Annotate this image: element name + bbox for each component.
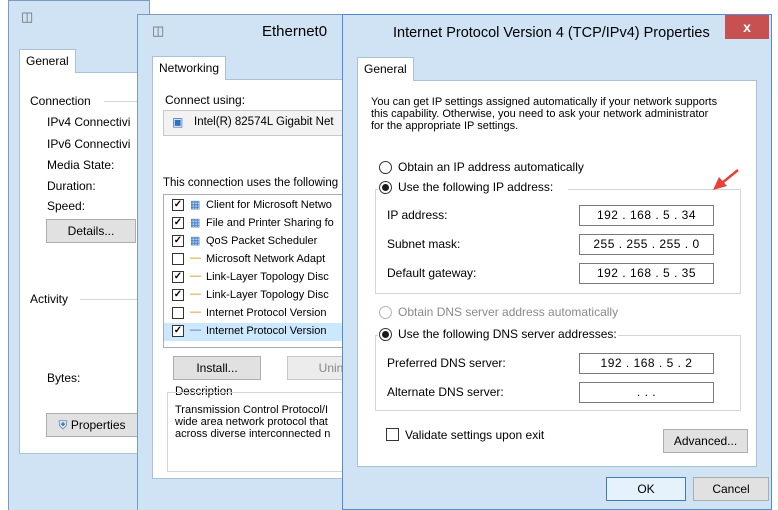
validate-label: Validate settings upon exit [405, 428, 545, 442]
description-line: wide area network protocol that [175, 416, 328, 428]
adapter-name: Intel(R) 82574L Gigabit Net [194, 116, 334, 128]
status-row: IPv4 Connectivi [47, 115, 131, 129]
tab-general[interactable]: General [357, 57, 414, 81]
tab-networking[interactable]: Networking [152, 56, 227, 80]
status-row: Duration: [47, 179, 96, 193]
description-line: across diverse interconnected n [175, 428, 331, 440]
adapter-icon: ▣ [172, 115, 184, 129]
close-button[interactable]: x [725, 15, 769, 39]
status-row: Speed: [47, 199, 86, 213]
protocol-icon: — [190, 252, 201, 264]
install-button[interactable]: Install... [173, 356, 261, 380]
item-label: File and Printer Sharing fo [206, 217, 334, 229]
obtain-ip-auto-label: Obtain an IP address automatically [398, 160, 584, 174]
subnet-mask-field[interactable]: 255 . 255 . 255 . 0 [579, 234, 714, 255]
obtain-dns-auto-radio[interactable] [379, 306, 392, 319]
protocol-icon: — [190, 270, 201, 282]
items-label: This connection uses the following [163, 177, 339, 189]
window-title: Ethernet0 [262, 23, 328, 40]
preferred-dns-field[interactable]: 192 . 168 . 5 . 2 [579, 353, 714, 374]
ip-address-field[interactable]: 192 . 168 . 5 . 34 [579, 205, 714, 226]
close-icon: x [743, 19, 751, 35]
shield-icon: ⛨ [58, 418, 68, 432]
item-checkbox[interactable]: ✓ [172, 271, 184, 283]
protocol-icon: — [190, 288, 201, 300]
status-row: IPv6 Connectivi [47, 137, 131, 151]
ip-address-label: IP address: [387, 208, 448, 222]
activity-section-label: Activity [30, 292, 69, 306]
item-checkbox[interactable]: ✓ [172, 235, 184, 247]
item-label: Link-Layer Topology Disc [206, 289, 329, 301]
validate-checkbox[interactable] [386, 428, 399, 441]
tab-general-status[interactable]: General [19, 49, 76, 73]
item-checkbox[interactable] [172, 253, 184, 265]
service-icon: ▦ [190, 235, 201, 247]
item-checkbox[interactable]: ✓ [172, 199, 184, 211]
subnet-mask-label: Subnet mask: [387, 237, 461, 251]
description-line: Transmission Control Protocol/I [175, 404, 329, 416]
general-panel: You can get IP settings assigned automat… [357, 80, 757, 467]
obtain-ip-auto-radio[interactable] [379, 161, 392, 174]
item-label: QoS Packet Scheduler [206, 235, 318, 247]
network-icon: ◫ [21, 9, 34, 24]
connect-using-label: Connect using: [165, 93, 246, 107]
use-following-ip-label: Use the following IP address: [398, 180, 554, 194]
default-gateway-label: Default gateway: [387, 266, 477, 280]
item-label: Link-Layer Topology Disc [206, 271, 329, 283]
list-item[interactable]: ✓ ▦ QoS Packet Scheduler [164, 233, 364, 251]
status-row: Media State: [47, 158, 115, 172]
details-button[interactable]: Details... [46, 219, 136, 243]
protocol-icon: — [190, 324, 201, 336]
intro-line: for the appropriate IP settings. [371, 120, 519, 132]
list-item[interactable]: ✓ ▦ Client for Microsoft Netwo [164, 197, 364, 215]
item-label: Client for Microsoft Netwo [206, 199, 332, 211]
list-item[interactable]: — Internet Protocol Version [164, 305, 364, 323]
ipv4-properties-dialog: Internet Protocol Version 4 (TCP/IPv4) P… [342, 14, 772, 510]
properties-button[interactable]: ⛨ Properties [46, 413, 138, 437]
list-item[interactable]: ✓ — Link-Layer Topology Disc [164, 269, 364, 287]
item-checkbox[interactable] [172, 307, 184, 319]
protocol-icon: — [190, 306, 201, 318]
item-checkbox[interactable]: ✓ [172, 289, 184, 301]
dialog-title: Internet Protocol Version 4 (TCP/IPv4) P… [393, 25, 710, 41]
advanced-button[interactable]: Advanced... [663, 429, 748, 453]
items-list: ✓ ▦ Client for Microsoft Netwo ✓ ▦ File … [163, 194, 368, 348]
item-label: Microsoft Network Adapt [206, 253, 326, 265]
alternate-dns-label: Alternate DNS server: [387, 385, 504, 399]
item-label: Internet Protocol Version [206, 325, 327, 337]
obtain-dns-auto-label: Obtain DNS server address automatically [398, 305, 619, 319]
use-following-dns-radio[interactable] [379, 328, 392, 341]
adapter-box: ▣ Intel(R) 82574L Gigabit Net [163, 110, 368, 136]
item-checkbox[interactable]: ✓ [172, 217, 184, 229]
bytes-label: Bytes: [47, 371, 81, 385]
alternate-dns-field[interactable]: . . . [579, 382, 714, 403]
dns-group-header: Use the following DNS server addresses: [378, 326, 618, 344]
intro-line: this capability. Otherwise, you need to … [371, 108, 709, 120]
network-icon: ◫ [152, 23, 165, 38]
use-following-dns-label: Use the following DNS server addresses: [398, 327, 617, 341]
cancel-button[interactable]: Cancel [693, 477, 769, 501]
client-icon: ▦ [190, 199, 201, 211]
item-checkbox[interactable]: ✓ [172, 325, 184, 337]
connection-section-label: Connection [30, 94, 91, 108]
list-item[interactable]: ✓ — Link-Layer Topology Disc [164, 287, 364, 305]
list-item-selected[interactable]: ✓ — Internet Protocol Version [164, 323, 364, 341]
list-item[interactable]: — Microsoft Network Adapt [164, 251, 364, 269]
networking-panel: Connect using: ▣ Intel(R) 82574L Gigabit… [152, 79, 375, 479]
item-label: Internet Protocol Version [206, 307, 327, 319]
intro-line: You can get IP settings assigned automat… [371, 96, 718, 108]
use-following-ip-radio[interactable] [379, 181, 392, 194]
default-gateway-field[interactable]: 192 . 168 . 5 . 35 [579, 263, 714, 284]
ok-button[interactable]: OK [606, 477, 686, 501]
preferred-dns-label: Preferred DNS server: [387, 356, 506, 370]
ethernet-properties-window: ◫ Ethernet0 Networking Connect using: ▣ … [137, 14, 375, 510]
ip-group-header: Use the following IP address: [378, 179, 568, 197]
service-icon: ▦ [190, 217, 201, 229]
status-window: ◫ General Connection IPv4 Connectivi IPv… [8, 0, 164, 510]
list-item[interactable]: ✓ ▦ File and Printer Sharing fo [164, 215, 364, 233]
